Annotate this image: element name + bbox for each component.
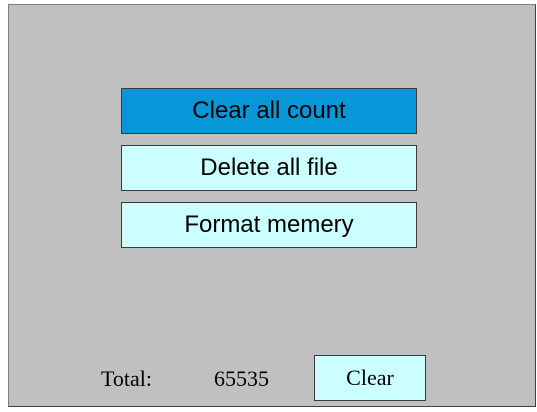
delete-all-file-button[interactable]: Delete all file	[121, 145, 417, 191]
format-memory-button[interactable]: Format memery	[121, 202, 417, 248]
clear-button[interactable]: Clear	[314, 355, 426, 401]
total-label: Total:	[101, 366, 153, 391]
clear-all-count-button[interactable]: Clear all count	[121, 88, 417, 134]
total-value: 65535	[214, 366, 269, 391]
memory-panel: Clear all count Delete all file Format m…	[8, 4, 536, 407]
